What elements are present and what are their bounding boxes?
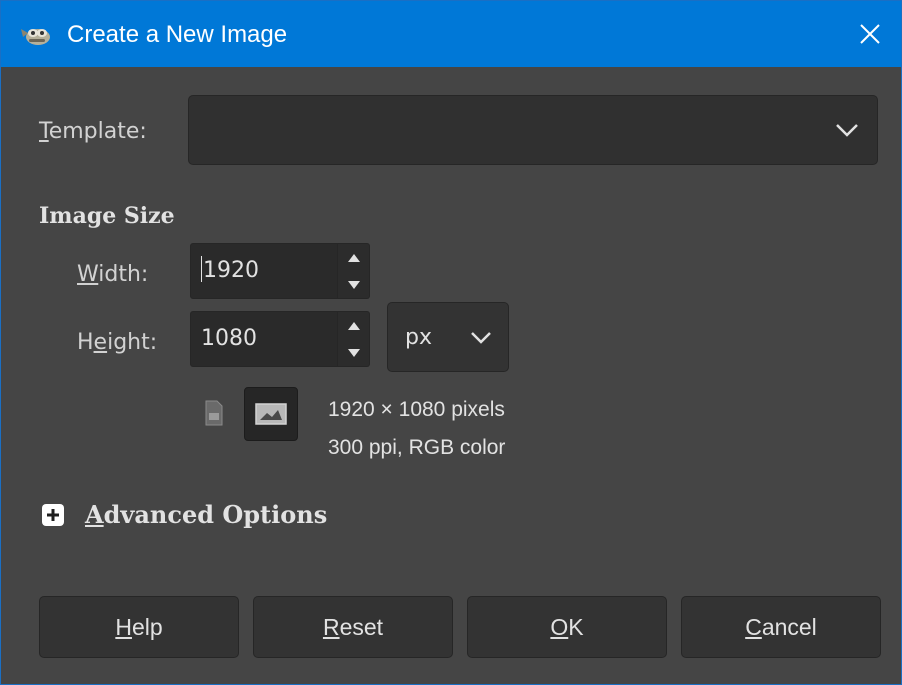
text-cursor	[201, 256, 202, 282]
landscape-icon	[255, 403, 287, 425]
dialog-content: Template: Image Size Width: 1920 Height:…	[1, 67, 901, 684]
image-dimensions-info: 1920 × 1080 pixels	[328, 398, 505, 421]
reset-button[interactable]: Reset	[253, 596, 453, 658]
template-dropdown[interactable]	[188, 95, 878, 165]
resolution-color-info: 300 ppi, RGB color	[328, 436, 506, 459]
height-label: Height:	[77, 330, 158, 355]
ok-button[interactable]: OK	[467, 596, 667, 658]
unit-value: px	[405, 325, 432, 350]
width-input[interactable]: 1920	[190, 243, 338, 299]
close-button[interactable]	[839, 1, 901, 67]
height-input[interactable]: 1080	[190, 311, 338, 367]
width-spinner[interactable]	[338, 243, 370, 299]
height-spinner[interactable]	[338, 311, 370, 367]
title-bar: Create a New Image	[1, 1, 901, 67]
help-button[interactable]: Help	[39, 596, 239, 658]
increment-arrow-icon[interactable]	[347, 253, 361, 263]
gimp-icon	[21, 29, 50, 45]
decrement-arrow-icon[interactable]	[347, 348, 361, 358]
advanced-options-expander[interactable]: Advanced Options	[85, 500, 327, 529]
width-label: Width:	[77, 262, 149, 287]
chevron-down-icon	[471, 332, 491, 344]
chevron-down-icon	[836, 124, 858, 137]
landscape-button[interactable]	[244, 387, 298, 441]
increment-arrow-icon[interactable]	[347, 321, 361, 331]
window-title: Create a New Image	[67, 21, 288, 48]
create-image-dialog: Create a New Image Template: Image Size …	[0, 0, 902, 685]
close-icon	[860, 24, 880, 44]
image-size-heading: Image Size	[39, 203, 175, 229]
decrement-arrow-icon[interactable]	[347, 280, 361, 290]
cancel-button[interactable]: Cancel	[681, 596, 881, 658]
template-label: Template:	[39, 119, 147, 144]
plus-expander-icon[interactable]	[41, 503, 65, 527]
portrait-icon[interactable]	[202, 399, 226, 427]
unit-dropdown[interactable]: px	[387, 302, 509, 372]
